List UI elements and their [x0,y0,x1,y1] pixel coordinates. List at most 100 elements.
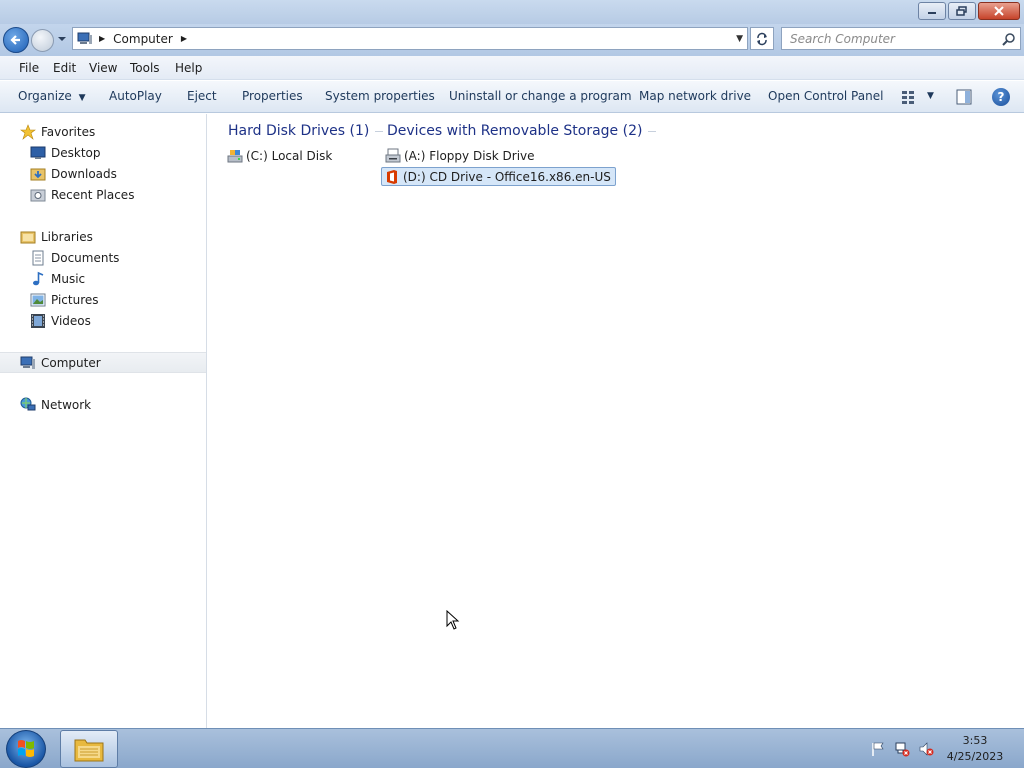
refresh-button[interactable] [750,27,774,50]
search-input[interactable]: Search Computer [781,27,1021,50]
minimize-button[interactable] [918,2,946,20]
drive-c-label: (C:) Local Disk [246,148,333,163]
minimize-icon [928,12,936,14]
nav-network[interactable]: Network [0,394,206,415]
downloads-folder-icon [30,168,46,180]
properties-button[interactable]: Properties [242,89,303,103]
organize-button[interactable]: Organize ▼ [18,89,86,103]
start-button[interactable] [6,730,46,768]
restore-icon [956,6,967,16]
help-button[interactable]: ? [992,88,1010,106]
window-controls [918,2,1020,20]
pictures-icon [30,293,46,306]
system-clock[interactable]: 3:53 4/25/2023 [940,733,1010,765]
menu-edit[interactable]: Edit [53,61,76,75]
nav-downloads-label: Downloads [51,166,117,181]
breadcrumb-expand-icon[interactable]: ▶ [181,34,187,43]
nav-downloads[interactable]: Downloads [0,163,206,184]
close-button[interactable] [978,2,1020,20]
floppy-drive-icon [385,148,401,162]
group-header-removable-storage[interactable]: Devices with Removable Storage (2) [387,123,657,139]
back-button[interactable] [3,27,29,53]
back-arrow-icon [10,35,20,45]
folder-icon [74,739,104,762]
hard-disk-icon [227,149,243,162]
menu-tools[interactable]: Tools [130,61,160,75]
drive-d-cd-office[interactable]: (D:) CD Drive - Office16.x86.en-US [381,167,616,186]
nav-computer[interactable]: Computer [0,352,206,373]
menu-view[interactable]: View [89,61,117,75]
search-placeholder: Search Computer [790,32,895,46]
address-history-dropdown-icon[interactable]: ▼ [736,34,743,44]
network-icon [20,397,36,410]
map-network-drive-button[interactable]: Map network drive [639,89,751,103]
videos-film-icon [31,313,45,328]
libraries-icon [20,231,36,243]
maximize-button[interactable] [948,2,976,20]
address-bar[interactable]: ▶ Computer ▶ ▼ [72,27,748,50]
group-title-removable: Devices with Removable Storage (2) [387,123,643,139]
view-options-dropdown-icon[interactable]: ▼ [927,91,934,101]
breadcrumb-separator-icon[interactable]: ▶ [99,34,105,43]
network-disconnected-icon[interactable] [894,741,910,757]
nav-computer-label: Computer [41,355,101,370]
nav-libraries-label: Libraries [41,229,93,244]
volume-muted-icon[interactable] [918,741,934,757]
group-title-hdd: Hard Disk Drives (1) [228,123,370,139]
recent-places-icon [30,189,46,201]
nav-network-label: Network [41,397,92,412]
close-icon [994,6,1004,16]
open-control-panel-button[interactable]: Open Control Panel [768,89,883,103]
menu-file[interactable]: File [19,61,39,75]
nav-favorites[interactable]: Favorites [0,121,206,142]
change-view-icon[interactable] [900,89,916,105]
chevron-down-icon: ▼ [78,93,86,103]
action-center-flag-icon[interactable] [870,741,886,757]
star-icon [20,123,36,140]
drive-d-label: (D:) CD Drive - Office16.x86.en-US [403,169,611,184]
taskbar-explorer-button[interactable] [60,730,118,768]
drive-a-label: (A:) Floppy Disk Drive [404,148,535,163]
nav-desktop[interactable]: Desktop [0,142,206,163]
nav-recent-places[interactable]: Recent Places [0,184,206,205]
windows-logo-icon [18,740,34,757]
nav-libraries[interactable]: Libraries [0,226,206,247]
documents-icon [32,250,44,265]
content-area: Hard Disk Drives (1) Devices with Remova… [208,114,1024,728]
mouse-pointer-icon [446,610,460,630]
recent-pages-dropdown-icon[interactable] [57,34,67,44]
nav-videos-label: Videos [51,313,91,328]
nav-videos[interactable]: Videos [0,310,206,331]
eject-button[interactable]: Eject [187,89,217,103]
search-icon[interactable] [1002,32,1016,46]
menu-bar: File Edit View Tools Help [0,56,1024,80]
menu-help[interactable]: Help [175,61,202,75]
title-bar [0,0,1024,24]
clock-date: 4/25/2023 [946,750,1004,763]
forward-button[interactable] [31,29,54,52]
navigation-bar: ▶ Computer ▶ ▼ Search Computer [0,24,1024,56]
computer-icon [20,356,35,369]
taskbar: 3:53 4/25/2023 [0,728,1024,768]
uninstall-program-button[interactable]: Uninstall or change a program [449,89,632,103]
system-properties-button[interactable]: System properties [325,89,435,103]
music-note-icon [33,271,44,285]
nav-pictures-label: Pictures [51,292,99,307]
navigation-pane: Favorites Desktop Downloads Recent Place… [0,114,207,728]
nav-documents[interactable]: Documents [0,247,206,268]
organize-label: Organize [18,89,72,103]
group-header-hard-disk-drives[interactable]: Hard Disk Drives (1) [228,123,384,139]
group-divider [375,130,384,132]
autoplay-button[interactable]: AutoPlay [109,89,162,103]
refresh-icon [757,32,767,45]
drive-c-local-disk[interactable]: (C:) Local Disk [225,146,336,165]
preview-pane-icon[interactable] [956,89,972,105]
office-logo-icon [387,169,397,184]
computer-icon [77,32,92,44]
breadcrumb-computer[interactable]: Computer [113,32,173,46]
desktop-icon [30,146,46,159]
drive-a-floppy[interactable]: (A:) Floppy Disk Drive [383,146,539,165]
nav-pictures[interactable]: Pictures [0,289,206,310]
nav-music[interactable]: Music [0,268,206,289]
clock-time: 3:53 [962,734,988,747]
